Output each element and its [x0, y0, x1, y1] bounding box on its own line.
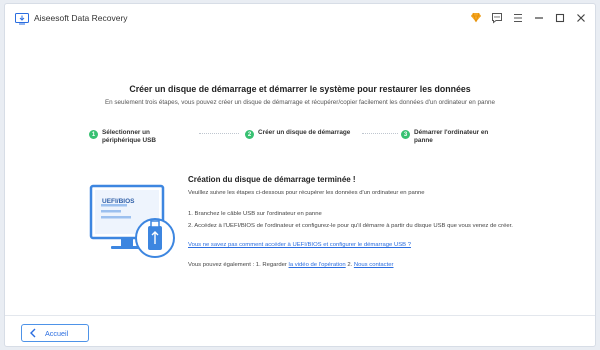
step-3-badge: 3 — [401, 130, 410, 139]
instructions-intro: Veuillez suivre les étapes ci-dessous po… — [188, 190, 425, 196]
uefi-bios-label: UEFI/BIOS — [102, 198, 135, 205]
step-1: 1 Sélectionner un périphérique USB — [89, 129, 184, 145]
step-2-label: Créer un disque de démarrage — [258, 129, 351, 136]
step-1-badge: 1 — [89, 130, 98, 139]
step-3: 3 Démarrer l'ordinateur en panne — [401, 129, 502, 145]
also-options: Vous pouvez également : 1. Regarder la v… — [188, 261, 394, 269]
uefi-help-link[interactable]: Vous ne savez pas comment accéder à UEFI… — [188, 241, 411, 249]
step-2-badge: 2 — [245, 130, 254, 139]
minimize-icon[interactable] — [532, 11, 545, 24]
step-3-label: Démarrer l'ordinateur en panne — [414, 129, 489, 144]
chevron-left-icon — [29, 328, 39, 338]
app-logo-icon — [15, 12, 29, 25]
step-connector — [199, 133, 239, 134]
title-bar: Aiseesoft Data Recovery — [5, 4, 595, 32]
also-prefix: Vous pouvez également : 1. Regarder — [188, 262, 289, 268]
home-back-button[interactable]: Accueil — [21, 324, 89, 342]
instruction-step-2: 2. Accédez à l'UEFI/BIOS de l'ordinateur… — [188, 223, 513, 229]
completion-title: Création du disque de démarrage terminée… — [188, 175, 356, 184]
computer-usb-illustration: UEFI/BIOS — [89, 184, 185, 264]
app-window: Aiseesoft Data Recovery Créer un disque … — [4, 3, 596, 347]
contact-link[interactable]: Nous contacter — [354, 262, 394, 268]
instruction-step-1: 1. Branchez le câble USB sur l'ordinateu… — [188, 211, 322, 217]
app-title: Aiseesoft Data Recovery — [34, 13, 128, 23]
close-icon[interactable] — [574, 11, 587, 24]
feedback-icon[interactable] — [490, 11, 503, 24]
page-subtitle: En seulement trois étapes, vous pouvez c… — [104, 99, 496, 106]
also-middle: 2. — [345, 262, 354, 268]
menu-icon[interactable] — [511, 11, 524, 24]
footer-bar: Accueil — [5, 315, 595, 346]
video-link[interactable]: la vidéo de l'opération — [289, 262, 346, 268]
home-back-label: Accueil — [45, 328, 69, 338]
maximize-icon[interactable] — [553, 11, 566, 24]
step-1-label: Sélectionner un périphérique USB — [102, 129, 156, 144]
step-2: 2 Créer un disque de démarrage — [245, 129, 350, 139]
page-title: Créer un disque de démarrage et démarrer… — [129, 84, 471, 94]
step-connector — [362, 133, 398, 134]
premium-icon[interactable] — [469, 11, 482, 24]
instructions-panel: Création du disque de démarrage terminée… — [188, 175, 528, 268]
